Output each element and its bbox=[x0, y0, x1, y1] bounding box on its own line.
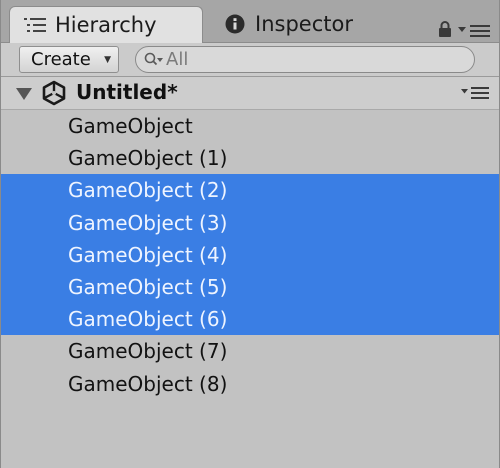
tree-row-label: GameObject (6) bbox=[68, 307, 228, 332]
tree-row[interactable]: GameObject (7) bbox=[1, 335, 499, 367]
create-button-label: Create bbox=[31, 49, 91, 70]
hierarchy-window: Hierarchy Inspector Create ▼ All Untitle… bbox=[0, 0, 500, 468]
tab-hierarchy-label: Hierarchy bbox=[55, 13, 157, 37]
tree-row[interactable]: GameObject bbox=[1, 110, 499, 142]
tree-row-label: GameObject (3) bbox=[68, 210, 228, 235]
chevron-down-icon: ▼ bbox=[104, 55, 111, 65]
tree-row-label: GameObject (2) bbox=[68, 178, 228, 203]
lock-icon[interactable] bbox=[438, 20, 452, 38]
tab-inspector-label: Inspector bbox=[255, 12, 353, 36]
tree-row-label: GameObject (1) bbox=[68, 146, 228, 171]
tab-hierarchy[interactable]: Hierarchy bbox=[9, 6, 203, 43]
tree-row-label: GameObject (8) bbox=[68, 371, 228, 396]
list-icon bbox=[24, 18, 46, 32]
tab-bar: Hierarchy Inspector bbox=[1, 0, 499, 43]
tree-row-label: GameObject (5) bbox=[68, 275, 228, 300]
tree-row-label: GameObject (4) bbox=[68, 242, 228, 267]
tree-row-label: GameObject (7) bbox=[68, 339, 228, 364]
tree-row[interactable]: GameObject (8) bbox=[1, 368, 499, 400]
tree-row[interactable]: GameObject (6) bbox=[1, 303, 499, 336]
unity-scene-icon bbox=[42, 80, 66, 106]
search-input[interactable] bbox=[166, 49, 446, 70]
hierarchy-tree: GameObject GameObject (1) GameObject (2)… bbox=[1, 110, 499, 400]
tab-menu-icon[interactable] bbox=[458, 24, 492, 38]
tree-row[interactable]: GameObject (1) bbox=[1, 142, 499, 174]
tree-row[interactable]: GameObject (2) bbox=[1, 174, 499, 207]
tree-row[interactable]: GameObject (5) bbox=[1, 270, 499, 304]
foldout-expanded-icon[interactable] bbox=[16, 87, 32, 101]
tree-row[interactable]: GameObject (3) bbox=[1, 206, 499, 239]
tab-inspector[interactable]: Inspector bbox=[223, 6, 393, 42]
info-icon bbox=[225, 14, 245, 34]
scene-header[interactable]: Untitled* bbox=[1, 77, 499, 110]
create-button[interactable]: Create ▼ bbox=[19, 46, 119, 73]
tree-row[interactable]: GameObject (4) bbox=[1, 238, 499, 271]
scene-title: Untitled* bbox=[76, 80, 178, 104]
search-icon bbox=[144, 52, 163, 65]
search-field[interactable] bbox=[135, 46, 475, 73]
tree-row-label: GameObject bbox=[68, 114, 193, 139]
hierarchy-toolbar: Create ▼ bbox=[1, 43, 499, 77]
scene-menu-icon[interactable] bbox=[461, 86, 491, 100]
